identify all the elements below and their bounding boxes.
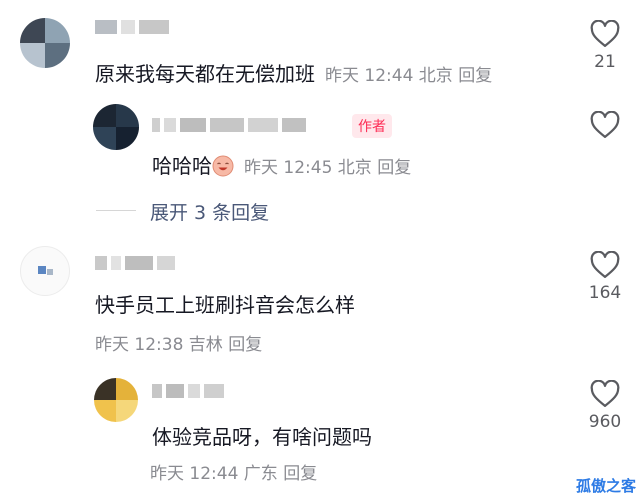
username-blurred[interactable] <box>95 254 175 272</box>
expand-replies-button[interactable]: 展开 3 条回复 <box>150 198 269 225</box>
avatar[interactable] <box>20 246 70 296</box>
like-count: 960 <box>588 412 622 432</box>
heart-outline-icon[interactable] <box>590 251 620 279</box>
like-count: 21 <box>594 52 616 72</box>
comment-meta[interactable]: 昨天 12:38 吉林 回复 <box>95 330 262 355</box>
watermark: 孤傲之客 <box>575 477 636 495</box>
comment-meta[interactable]: 昨天 12:44 广东 回复 <box>150 459 317 484</box>
like-count: 164 <box>588 283 622 303</box>
like-button[interactable]: 21 <box>580 20 630 72</box>
comment-text: 原来我每天都在无偿加班 <box>95 62 315 86</box>
like-button[interactable]: 960 <box>580 380 630 432</box>
laughing-face-emoji <box>212 155 234 177</box>
expand-divider <box>96 210 136 211</box>
comment-meta[interactable]: 昨天 12:45 北京 回复 <box>244 158 411 178</box>
heart-outline-icon[interactable] <box>590 20 620 48</box>
comment-row: 原来我每天都在无偿加班 昨天 12:44 北京 回复 <box>95 58 492 87</box>
username-blurred[interactable] <box>95 18 169 36</box>
comment-text: 体验竞品呀，有啥问题吗 <box>152 425 372 449</box>
username-blurred[interactable] <box>152 116 306 134</box>
author-tag: 作者 <box>352 114 392 138</box>
username-blurred[interactable] <box>152 382 224 400</box>
comment-meta[interactable]: 昨天 12:44 北京 回复 <box>325 66 492 86</box>
comment-text: 哈哈哈 <box>152 154 212 178</box>
heart-outline-icon[interactable] <box>590 380 620 408</box>
like-button[interactable] <box>580 111 630 139</box>
comment-text: 快手员工上班刷抖音会怎么样 <box>95 293 355 317</box>
heart-outline-icon[interactable] <box>590 111 620 139</box>
like-button[interactable]: 164 <box>580 251 630 303</box>
avatar[interactable] <box>93 104 139 150</box>
comment-row: 哈哈哈 昨天 12:45 北京 回复 <box>152 150 411 179</box>
avatar[interactable] <box>20 18 70 68</box>
avatar[interactable] <box>94 378 138 422</box>
